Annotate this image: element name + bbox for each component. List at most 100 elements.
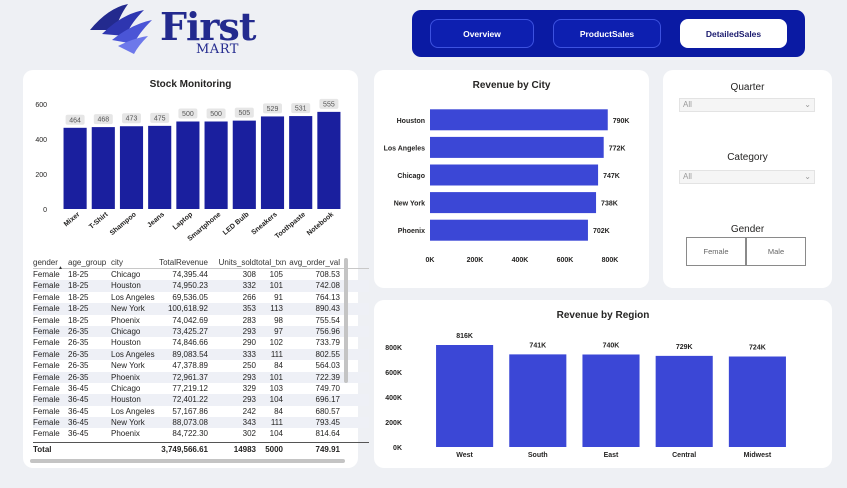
- city-bar[interactable]: [430, 109, 608, 131]
- sales-table: gender age_group city TotalRevenue Units…: [33, 256, 369, 455]
- cell-gender: Female: [33, 349, 60, 359]
- data-label: 738K: [601, 201, 618, 208]
- table-row[interactable]: Female 36-45 Chicago 77,219.12 329 103 749.70: [33, 383, 369, 394]
- cell-gender: Female: [33, 281, 60, 291]
- table-row[interactable]: Female 18-25 Los Angeles 69,536.05 266 91 764.…: [33, 292, 369, 303]
- cell-age-group: 26-35: [68, 349, 89, 359]
- stock-bar[interactable]: [119, 126, 144, 209]
- table-row[interactable]: Female 36-45 Houston 72,401.22 293 104 696.17: [33, 394, 369, 406]
- stock-bar[interactable]: [204, 121, 228, 210]
- city-bar[interactable]: [430, 136, 604, 158]
- brand-logo: First MART: [88, 4, 268, 60]
- y-tick-label: 800K: [385, 345, 402, 352]
- cell-gender: Female: [33, 361, 60, 371]
- cell-avg-order: 793.45: [315, 418, 340, 428]
- city-chart: Houston 790K Los Angeles 772K Chicago 747K New…: [384, 109, 629, 264]
- cell-age-group: 18-25: [68, 315, 89, 325]
- x-tick-label: 0K: [426, 257, 435, 264]
- data-label: 555: [323, 101, 335, 108]
- stock-bar[interactable]: [289, 116, 313, 209]
- table-row[interactable]: Female 26-35 Los Angeles 89,083.54 333 111 802…: [33, 348, 369, 361]
- table-row[interactable]: Female 18-25 Phoenix 74,042.69 283 98 755.54: [33, 315, 369, 326]
- tab-product-sales[interactable]: ProductSales: [553, 19, 661, 48]
- x-tick-label: 600K: [557, 257, 574, 264]
- data-label: 468: [97, 117, 109, 124]
- quarter-dropdown[interactable]: All ⌄: [679, 98, 815, 112]
- stock-bar[interactable]: [176, 121, 200, 210]
- city-bar[interactable]: [430, 219, 588, 241]
- cell-gender: Female: [33, 406, 60, 416]
- table-row[interactable]: Female 36-45 New York 88,073.08 343 111 793.45: [33, 417, 369, 429]
- stock-bar[interactable]: [91, 127, 115, 209]
- col-age-group[interactable]: age_group: [65, 256, 108, 268]
- stock-bar[interactable]: [317, 111, 341, 209]
- region-bar[interactable]: [655, 355, 713, 447]
- stock-bar[interactable]: [260, 116, 285, 209]
- cell-avg-order: 722.39: [315, 372, 340, 382]
- data-label: 464: [69, 117, 81, 124]
- cell-avg-order: 802.55: [315, 349, 340, 359]
- table-row[interactable]: Female 18-25 Houston 74,950.23 332 101 742.08: [33, 280, 369, 292]
- quarter-value: All: [683, 100, 692, 109]
- region-bar[interactable]: [509, 354, 567, 447]
- cell-avg-order: 733.79: [315, 338, 340, 348]
- chevron-down-icon: ⌄: [804, 100, 811, 109]
- cell-age-group: 36-45: [68, 395, 89, 405]
- category-dropdown[interactable]: All ⌄: [679, 170, 815, 184]
- table-vertical-scrollbar[interactable]: [344, 258, 348, 383]
- cell-txn: 101: [269, 281, 283, 291]
- cell-age-group: 18-25: [68, 304, 89, 314]
- x-category-label: West: [456, 452, 473, 459]
- gender-male-button[interactable]: Male: [746, 237, 806, 266]
- city-bar[interactable]: [430, 164, 599, 186]
- x-category-label: Central: [672, 452, 696, 459]
- stock-bar[interactable]: [232, 120, 256, 209]
- col-total-txn[interactable]: total_txn: [256, 256, 286, 268]
- table-row[interactable]: Female 26-35 Houston 74,846.66 290 102 733.79: [33, 337, 369, 348]
- cell-avg-order: 890.43: [315, 304, 340, 314]
- table-row[interactable]: Female 18-25 New York 100,618.92 353 113 890.4…: [33, 303, 369, 315]
- sort-ascending-icon: ▲: [58, 265, 63, 271]
- category-slicer-title: Category: [727, 152, 768, 163]
- cell-gender: Female: [33, 383, 60, 393]
- cell-avg-order: 564.03: [315, 361, 340, 371]
- data-label: 747K: [603, 173, 620, 180]
- stock-card: Stock Monitoring 0 200 400 600 464 Mixer 468 T-…: [23, 70, 369, 468]
- col-avg-order-val[interactable]: avg_order_val: [283, 256, 342, 268]
- table-horizontal-scrollbar[interactable]: [30, 459, 345, 463]
- y-tick-label: 200K: [385, 420, 402, 427]
- cell-txn: 97: [274, 326, 283, 336]
- x-tick-label: 400K: [512, 257, 529, 264]
- total-label: Total: [33, 444, 52, 454]
- region-bar[interactable]: [436, 345, 494, 447]
- cell-city: New York: [111, 418, 145, 428]
- tab-detailed-sales[interactable]: DetailedSales: [680, 19, 787, 48]
- region-bar[interactable]: [582, 354, 640, 448]
- gender-female-button[interactable]: Female: [686, 237, 746, 266]
- region-bar[interactable]: [728, 356, 786, 448]
- city-bar[interactable]: [430, 192, 597, 214]
- cell-units: 293: [242, 372, 256, 382]
- cell-city: Phoenix: [111, 429, 140, 439]
- table-row[interactable]: Female 26-35 Chicago 73,425.27 293 97 756.96: [33, 325, 369, 338]
- tab-overview[interactable]: Overview: [430, 19, 534, 48]
- col-units-sold[interactable]: Units_sold: [208, 256, 256, 268]
- gender-slicer-title: Gender: [730, 224, 765, 235]
- table-row[interactable]: Female 18-25 Chicago 74,395.44 308 105 708.53: [33, 269, 369, 280]
- table-row[interactable]: Female 36-45 Phoenix 84,722.30 302 104 814.64: [33, 428, 369, 439]
- x-tick-label: 800K: [602, 257, 619, 264]
- stock-bar[interactable]: [148, 125, 172, 209]
- data-label: 500: [182, 111, 194, 118]
- col-total-revenue[interactable]: TotalRevenue: [156, 256, 208, 268]
- table-row[interactable]: Female 36-45 Los Angeles 57,167.86 242 84 680.…: [33, 406, 369, 417]
- stock-bar[interactable]: [63, 127, 87, 209]
- y-tick-label: 600K: [385, 370, 402, 377]
- col-city[interactable]: city: [108, 256, 156, 268]
- data-label: 741K: [529, 342, 546, 349]
- cell-units: 242: [242, 406, 256, 416]
- cell-city: Chicago: [111, 383, 141, 393]
- x-category-label: T-Shirt: [88, 211, 110, 231]
- brand-subtitle: MART: [196, 42, 239, 57]
- table-row[interactable]: Female 26-35 Phoenix 72,961.37 293 101 722.39: [33, 371, 369, 383]
- table-row[interactable]: Female 26-35 New York 47,378.89 250 84 564.03: [33, 360, 369, 371]
